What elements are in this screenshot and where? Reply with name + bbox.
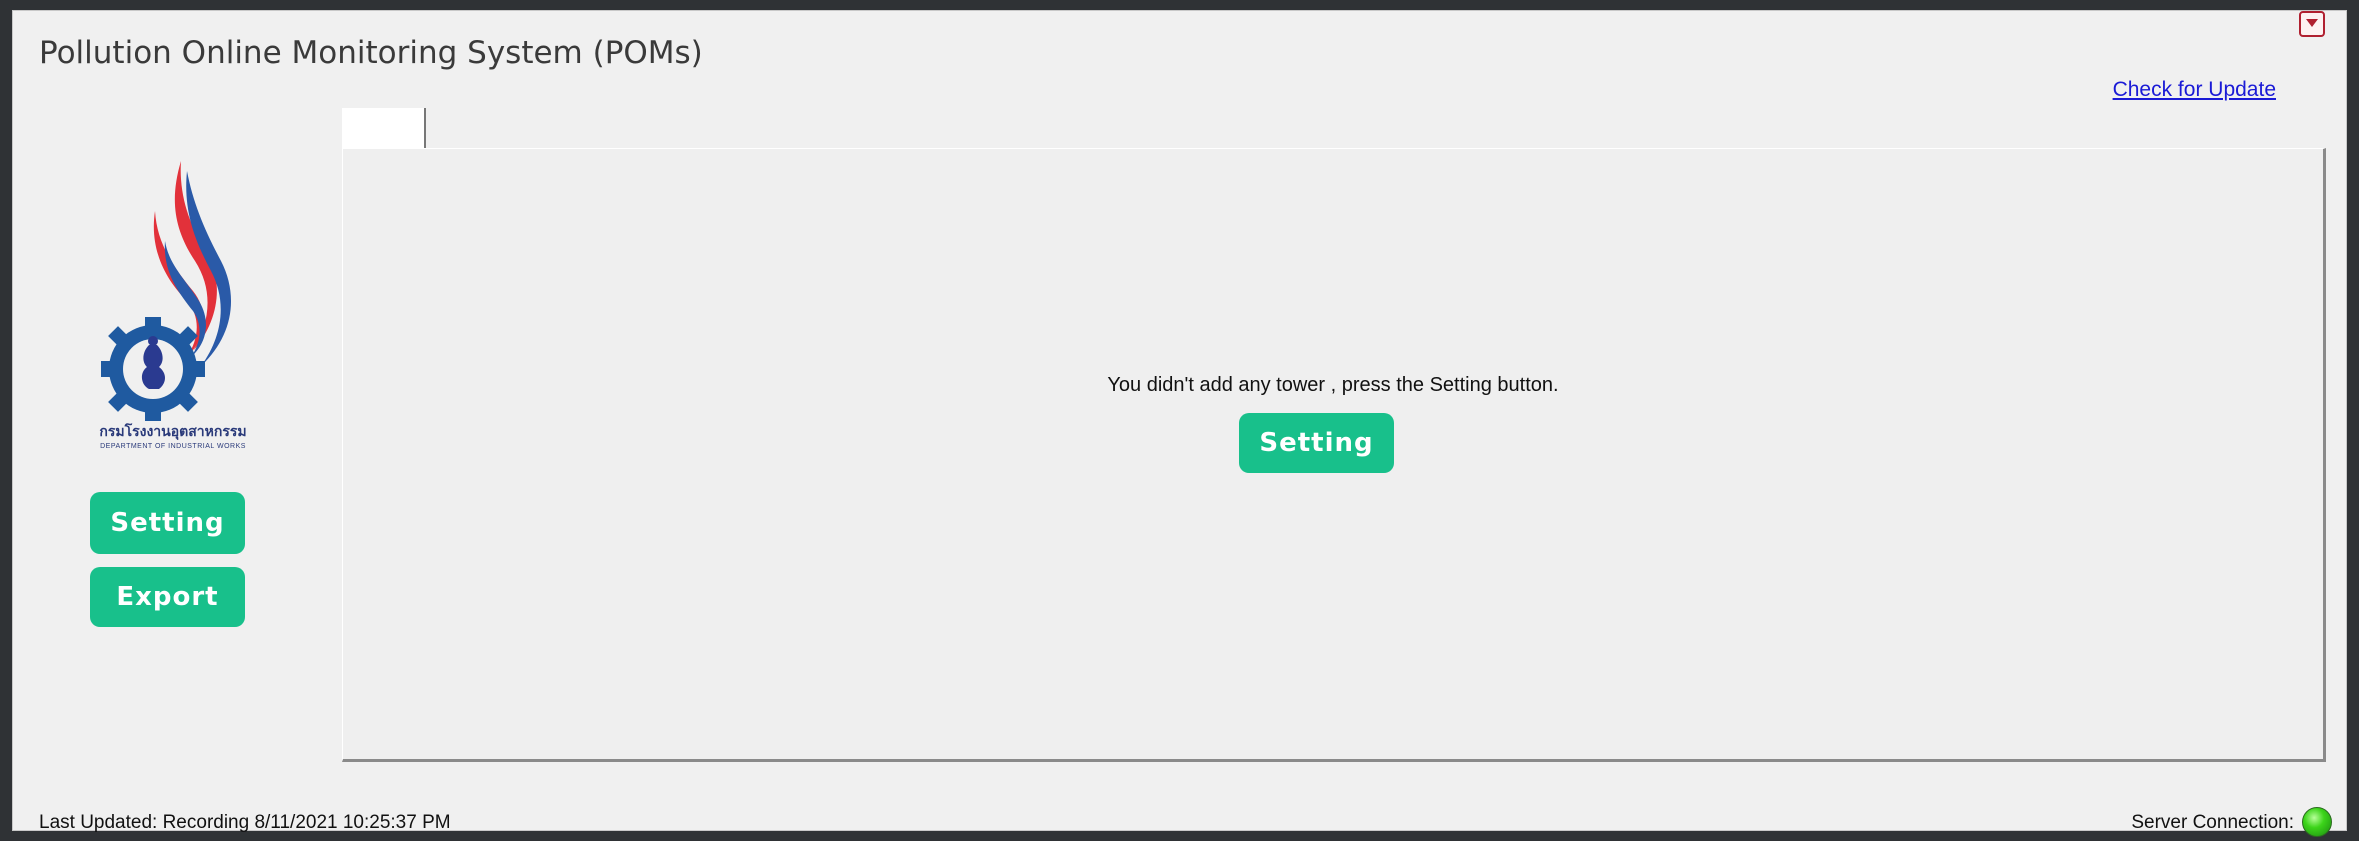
logo-subtext: DEPARTMENT OF INDUSTRIAL WORKS	[100, 443, 246, 450]
tower-panel: You didn't add any tower , press the Set…	[342, 148, 2326, 762]
chevron-down-icon	[2306, 19, 2318, 27]
check-for-update-link[interactable]: Check for Update	[2113, 78, 2276, 102]
sidebar-export-button[interactable]: Export	[90, 567, 245, 627]
logo-text: กรมโรงงานอุตสาหกรรม	[99, 424, 247, 440]
tower-tab[interactable]	[342, 108, 426, 148]
sidebar-setting-button[interactable]: Setting	[90, 492, 245, 554]
server-status-indicator	[2302, 807, 2332, 837]
department-logo	[101, 161, 232, 421]
server-connection-label: Server Connection:	[2131, 812, 2294, 833]
app-window: Pollution Online Monitoring System (POMs…	[12, 10, 2347, 837]
empty-state-message: You didn't add any tower , press the Set…	[1107, 374, 1559, 396]
last-updated-status: Last Updated: Recording 8/11/2021 10:25:…	[39, 812, 451, 833]
panel-setting-button[interactable]: Setting	[1239, 413, 1394, 473]
menu-toggle-button[interactable]	[2299, 11, 2325, 37]
app-title: Pollution Online Monitoring System (POMs…	[39, 35, 703, 71]
